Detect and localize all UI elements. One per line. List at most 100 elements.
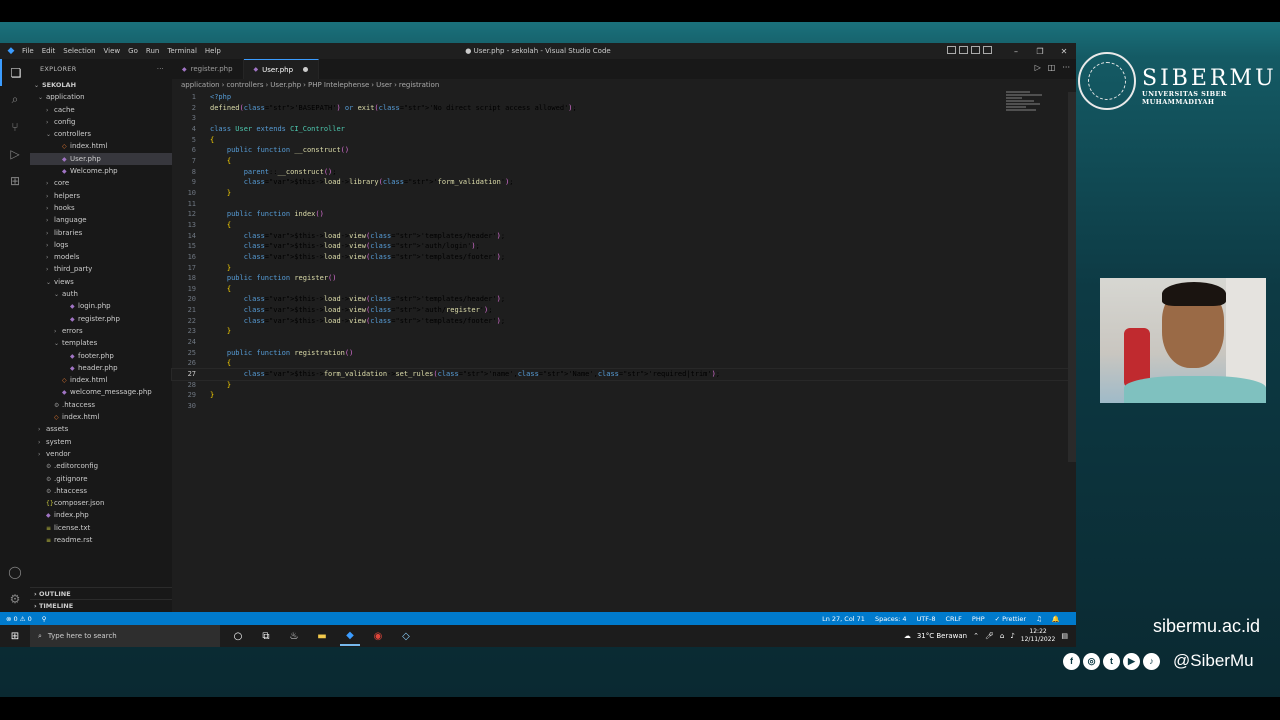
tree-file[interactable]: ⚙ .gitignore xyxy=(30,473,172,485)
task-view-icon[interactable]: ⧉ xyxy=(256,626,276,646)
menu-item-selection[interactable]: Selection xyxy=(63,47,95,55)
tree-file[interactable]: ⚙ .editorconfig xyxy=(30,460,172,472)
breadcrumb-item[interactable]: User.php xyxy=(270,81,301,89)
code-line[interactable]: 23 } xyxy=(172,326,1070,337)
code-line[interactable]: 28 } xyxy=(172,380,1070,391)
code-line[interactable]: 13 { xyxy=(172,220,1070,231)
status-item[interactable]: ♫ xyxy=(1036,615,1042,623)
weather-icon[interactable]: ☁ xyxy=(904,632,911,640)
code-line[interactable]: 19 { xyxy=(172,284,1070,295)
menu-item-view[interactable]: View xyxy=(104,47,121,55)
chrome-icon[interactable]: ◉ xyxy=(368,626,388,646)
run-debug-icon[interactable]: ▷ xyxy=(0,140,30,167)
extensions-icon[interactable]: ⊞ xyxy=(0,167,30,194)
status-item[interactable]: Spaces: 4 xyxy=(875,615,907,623)
status-item[interactable]: CRLF xyxy=(946,615,962,623)
tree-file[interactable]: ◆ welcome_message.php xyxy=(30,386,172,398)
vscode-taskbar-icon[interactable]: ◆ xyxy=(340,626,360,646)
code-line[interactable]: 3 xyxy=(172,113,1070,124)
code-line[interactable]: 16 class="var">$this->load->view(class="… xyxy=(172,252,1070,263)
breadcrumb-item[interactable]: controllers xyxy=(226,81,263,89)
minimize-icon[interactable]: – xyxy=(1004,47,1028,56)
tree-file[interactable]: ◆ login.php xyxy=(30,300,172,312)
tree-folder[interactable]: ⌄ application xyxy=(30,91,172,103)
code-line[interactable]: 21 class="var">$this->load->view(class="… xyxy=(172,305,1070,316)
toggle-panel-icon[interactable] xyxy=(959,46,968,54)
split-editor-icon[interactable]: ◫ xyxy=(1048,63,1056,72)
breadcrumb-item[interactable]: application xyxy=(181,81,220,89)
tree-folder[interactable]: › language xyxy=(30,214,172,226)
tray-chevron-icon[interactable]: ⌃ xyxy=(973,632,979,640)
more-actions-icon[interactable]: ··· xyxy=(1062,63,1070,72)
tree-folder[interactable]: › hooks xyxy=(30,202,172,214)
customize-layout-icon[interactable] xyxy=(983,46,992,54)
code-line[interactable]: 26 { xyxy=(172,358,1070,369)
cortana-icon[interactable]: ○ xyxy=(228,626,248,646)
toggle-secondary-sidebar-icon[interactable] xyxy=(971,46,980,54)
tree-file[interactable]: ◆ footer.php xyxy=(30,350,172,362)
code-line[interactable]: 27 class="var">$this->form_validation->s… xyxy=(171,368,1071,381)
menu-item-run[interactable]: Run xyxy=(146,47,159,55)
tree-file[interactable]: ◆ header.php xyxy=(30,362,172,374)
close-icon[interactable]: ✕ xyxy=(1052,47,1076,56)
tree-file[interactable]: ⚙ .htaccess xyxy=(30,399,172,411)
tree-file[interactable]: ◆ index.php xyxy=(30,509,172,521)
tree-folder[interactable]: ⌄ controllers xyxy=(30,128,172,140)
code-line[interactable]: 18 public function register() xyxy=(172,273,1070,284)
status-item[interactable]: 🔔 xyxy=(1052,615,1060,623)
unsaved-dot-icon[interactable] xyxy=(303,67,309,72)
tree-folder[interactable]: ⌄ templates xyxy=(30,337,172,349)
code-line[interactable]: 20 class="var">$this->load->view(class="… xyxy=(172,294,1070,305)
breadcrumb-item[interactable]: registration xyxy=(399,81,439,89)
menu-item-help[interactable]: Help xyxy=(205,47,221,55)
tree-file[interactable]: ◆ Welcome.php xyxy=(30,165,172,177)
status-item[interactable]: Ln 27, Col 71 xyxy=(822,615,865,623)
status-item[interactable]: ✓ Prettier xyxy=(995,615,1026,623)
code-line[interactable]: 25 public function registration() xyxy=(172,348,1070,359)
settings-gear-icon[interactable]: ⚙ xyxy=(0,585,30,612)
tree-file[interactable]: ◇ index.html xyxy=(30,140,172,152)
app-icon[interactable]: ◇ xyxy=(396,626,416,646)
toggle-sidebar-icon[interactable] xyxy=(947,46,956,54)
tree-folder[interactable]: › cache xyxy=(30,104,172,116)
volume-icon[interactable]: ♪ xyxy=(1010,632,1014,640)
code-line[interactable]: 8 parent::__construct(); xyxy=(172,167,1070,178)
menu-item-terminal[interactable]: Terminal xyxy=(167,47,197,55)
weather-text[interactable]: 31°C Berawan xyxy=(917,632,967,640)
tab-user-php[interactable]: ◆ User.php xyxy=(243,59,320,79)
code-editor[interactable]: 1 <?php 2 defined(class="str">'BASEPATH') o… xyxy=(171,92,1071,612)
code-line[interactable]: 14 class="var">$this->load->view(class="… xyxy=(172,231,1070,242)
tree-file[interactable]: ◇ index.html xyxy=(30,374,172,386)
tree-file[interactable]: ◇ index.html xyxy=(30,411,172,423)
tree-folder[interactable]: › logs xyxy=(30,239,172,251)
tree-folder[interactable]: ⌄ views xyxy=(30,276,172,288)
tree-folder[interactable]: ⌄ auth xyxy=(30,288,172,300)
notifications-icon[interactable]: ▤ xyxy=(1061,632,1068,640)
code-line[interactable]: 6 public function __construct() xyxy=(172,145,1070,156)
outline-section[interactable]: › OUTLINE xyxy=(30,587,172,599)
code-line[interactable]: 30 xyxy=(172,401,1070,412)
editor-scrollbar[interactable] xyxy=(1068,92,1076,462)
workspace-root[interactable]: ⌄ SEKOLAH xyxy=(30,79,172,91)
windows-start-icon[interactable]: ⊞ xyxy=(0,631,30,642)
tree-folder[interactable]: › config xyxy=(30,116,172,128)
code-line[interactable]: 5{ xyxy=(172,135,1070,146)
code-line[interactable]: 1 <?php xyxy=(172,92,1070,103)
tree-file[interactable]: ◆ register.php xyxy=(30,313,172,325)
tree-file[interactable]: ≡ license.txt xyxy=(30,522,172,534)
tree-folder[interactable]: › vendor xyxy=(30,448,172,460)
taskbar-search[interactable]: ⌕ Type here to search xyxy=(30,625,220,647)
status-item[interactable]: UTF-8 xyxy=(917,615,936,623)
source-control-icon[interactable]: ⑂ xyxy=(0,113,30,140)
code-line[interactable]: 22 class="var">$this->load->view(class="… xyxy=(172,316,1070,327)
status-item[interactable]: PHP xyxy=(972,615,985,623)
tree-folder[interactable]: › assets xyxy=(30,423,172,435)
more-actions-icon[interactable]: ··· xyxy=(157,65,164,73)
minimap[interactable] xyxy=(1006,90,1046,120)
network-icon[interactable]: ⌂ xyxy=(1000,632,1004,640)
tree-folder[interactable]: › core xyxy=(30,177,172,189)
tree-file[interactable]: ⚙ .htaccess xyxy=(30,485,172,497)
tree-folder[interactable]: › helpers xyxy=(30,190,172,202)
explorer-icon[interactable]: ❏ xyxy=(0,59,30,86)
tree-folder[interactable]: › models xyxy=(30,251,172,263)
